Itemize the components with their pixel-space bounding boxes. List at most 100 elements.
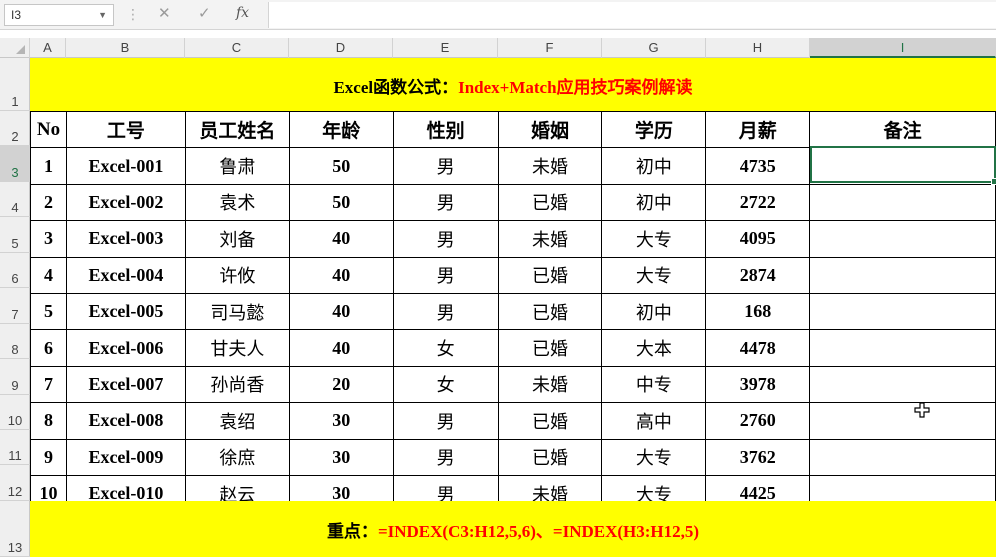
header-cell[interactable]: 性别 [392, 110, 499, 149]
table-cell[interactable]: 已婚 [497, 256, 603, 294]
column-header-h[interactable]: H [706, 38, 810, 58]
table-cell[interactable]: 初中 [601, 147, 707, 185]
table-cell[interactable]: 许攸 [184, 256, 290, 294]
table-cell[interactable]: 男 [392, 147, 499, 185]
table-cell[interactable]: 40 [288, 292, 394, 331]
column-header-e[interactable]: E [393, 38, 498, 58]
table-cell[interactable]: 2760 [705, 402, 811, 440]
table-cell[interactable]: Excel-004 [65, 256, 186, 294]
column-header-i[interactable]: I [810, 38, 996, 58]
row-header-2[interactable]: 2 [0, 111, 30, 147]
table-cell[interactable]: 7 [30, 365, 67, 404]
row-header-9[interactable]: 9 [0, 359, 30, 395]
table-cell[interactable]: 已婚 [497, 402, 603, 440]
table-cell[interactable]: 50 [288, 147, 394, 185]
table-cell[interactable]: 袁术 [184, 183, 290, 222]
worksheet[interactable]: Excel函数公式： Index+Match应用技巧案例解读 No 工号 员工姓名 年龄… [30, 58, 996, 557]
header-cell[interactable]: 年龄 [288, 110, 394, 149]
table-cell[interactable]: 40 [288, 256, 394, 294]
row-header-4[interactable]: 4 [0, 182, 30, 218]
footer-cell[interactable]: 重点： =INDEX(C3:H12,5,6)、=INDEX(H3:H12,5) [30, 501, 996, 557]
table-cell[interactable]: 高中 [601, 402, 707, 440]
table-cell[interactable]: 男 [392, 256, 499, 294]
table-cell[interactable]: 4 [30, 256, 67, 294]
table-cell[interactable]: Excel-006 [65, 329, 186, 367]
table-cell[interactable]: 女 [392, 365, 499, 404]
table-cell[interactable]: 大专 [601, 256, 707, 294]
column-header-d[interactable]: D [289, 38, 393, 58]
table-cell[interactable] [809, 292, 996, 331]
table-cell[interactable] [809, 402, 996, 440]
column-header-g[interactable]: G [602, 38, 706, 58]
table-cell[interactable]: 大专 [601, 220, 707, 258]
table-cell[interactable]: 初中 [601, 183, 707, 222]
name-box[interactable]: I3 ▼ [4, 4, 114, 26]
table-cell[interactable]: 3762 [705, 438, 811, 476]
table-cell[interactable]: 袁绍 [184, 402, 290, 440]
column-header-b[interactable]: B [66, 38, 185, 58]
table-cell[interactable]: 未婚 [497, 147, 603, 185]
table-cell[interactable]: 2874 [705, 256, 811, 294]
table-cell[interactable]: 3978 [705, 365, 811, 404]
table-cell[interactable]: 男 [392, 183, 499, 222]
table-cell[interactable]: 未婚 [497, 220, 603, 258]
table-cell[interactable]: 6 [30, 329, 67, 367]
table-cell[interactable]: 司马懿 [184, 292, 290, 331]
table-cell[interactable]: 已婚 [497, 183, 603, 222]
table-cell[interactable]: 已婚 [497, 329, 603, 367]
table-cell[interactable]: Excel-007 [65, 365, 186, 404]
header-cell[interactable]: 员工姓名 [184, 110, 290, 149]
column-header-c[interactable]: C [185, 38, 289, 58]
table-cell[interactable]: 9 [30, 438, 67, 476]
table-cell[interactable]: 男 [392, 220, 499, 258]
table-cell[interactable]: 8 [30, 402, 67, 440]
table-cell[interactable]: Excel-009 [65, 438, 186, 476]
table-cell[interactable]: 女 [392, 329, 499, 367]
table-cell[interactable] [809, 438, 996, 476]
table-cell[interactable]: 4095 [705, 220, 811, 258]
active-cell-selection[interactable] [810, 146, 996, 185]
table-cell[interactable]: 未婚 [497, 365, 603, 404]
table-cell[interactable]: 大专 [601, 438, 707, 476]
table-cell[interactable]: 已婚 [497, 438, 603, 476]
table-cell[interactable]: 20 [288, 365, 394, 404]
table-cell[interactable]: Excel-002 [65, 183, 186, 222]
header-cell[interactable]: No [30, 110, 67, 149]
column-header-f[interactable]: F [498, 38, 602, 58]
table-cell[interactable]: 30 [288, 402, 394, 440]
title-cell[interactable]: Excel函数公式： Index+Match应用技巧案例解读 [30, 58, 996, 111]
row-header-13[interactable]: 13 [0, 501, 30, 557]
row-header-3[interactable]: 3 [0, 146, 30, 182]
table-cell[interactable]: 甘夫人 [184, 329, 290, 367]
table-cell[interactable]: 男 [392, 402, 499, 440]
header-cell[interactable]: 学历 [601, 110, 707, 149]
table-cell[interactable]: Excel-005 [65, 292, 186, 331]
row-header-7[interactable]: 7 [0, 288, 30, 324]
table-cell[interactable] [809, 256, 996, 294]
enter-icon[interactable]: ✓ [198, 4, 211, 22]
table-cell[interactable]: 50 [288, 183, 394, 222]
table-cell[interactable]: 5 [30, 292, 67, 331]
row-header-6[interactable]: 6 [0, 253, 30, 289]
table-cell[interactable]: 4478 [705, 329, 811, 367]
row-header-8[interactable]: 8 [0, 324, 30, 360]
cancel-icon[interactable]: ✕ [158, 4, 171, 22]
table-cell[interactable] [809, 220, 996, 258]
table-cell[interactable]: 40 [288, 329, 394, 367]
header-cell[interactable]: 月薪 [705, 110, 811, 149]
table-cell[interactable]: Excel-001 [65, 147, 186, 185]
header-cell[interactable]: 婚姻 [497, 110, 603, 149]
row-header-11[interactable]: 11 [0, 430, 30, 466]
drag-handle-icon[interactable]: ⋮ [126, 6, 140, 23]
table-cell[interactable]: 徐庶 [184, 438, 290, 476]
table-cell[interactable]: 2722 [705, 183, 811, 222]
table-cell[interactable]: 男 [392, 292, 499, 331]
row-header-5[interactable]: 5 [0, 217, 30, 253]
table-cell[interactable]: 1 [30, 147, 67, 185]
table-cell[interactable] [809, 183, 996, 222]
table-cell[interactable]: 初中 [601, 292, 707, 331]
row-header-1[interactable]: 1 [0, 58, 30, 111]
table-cell[interactable] [809, 329, 996, 367]
row-header-12[interactable]: 12 [0, 466, 30, 501]
table-cell[interactable]: 2 [30, 183, 67, 222]
